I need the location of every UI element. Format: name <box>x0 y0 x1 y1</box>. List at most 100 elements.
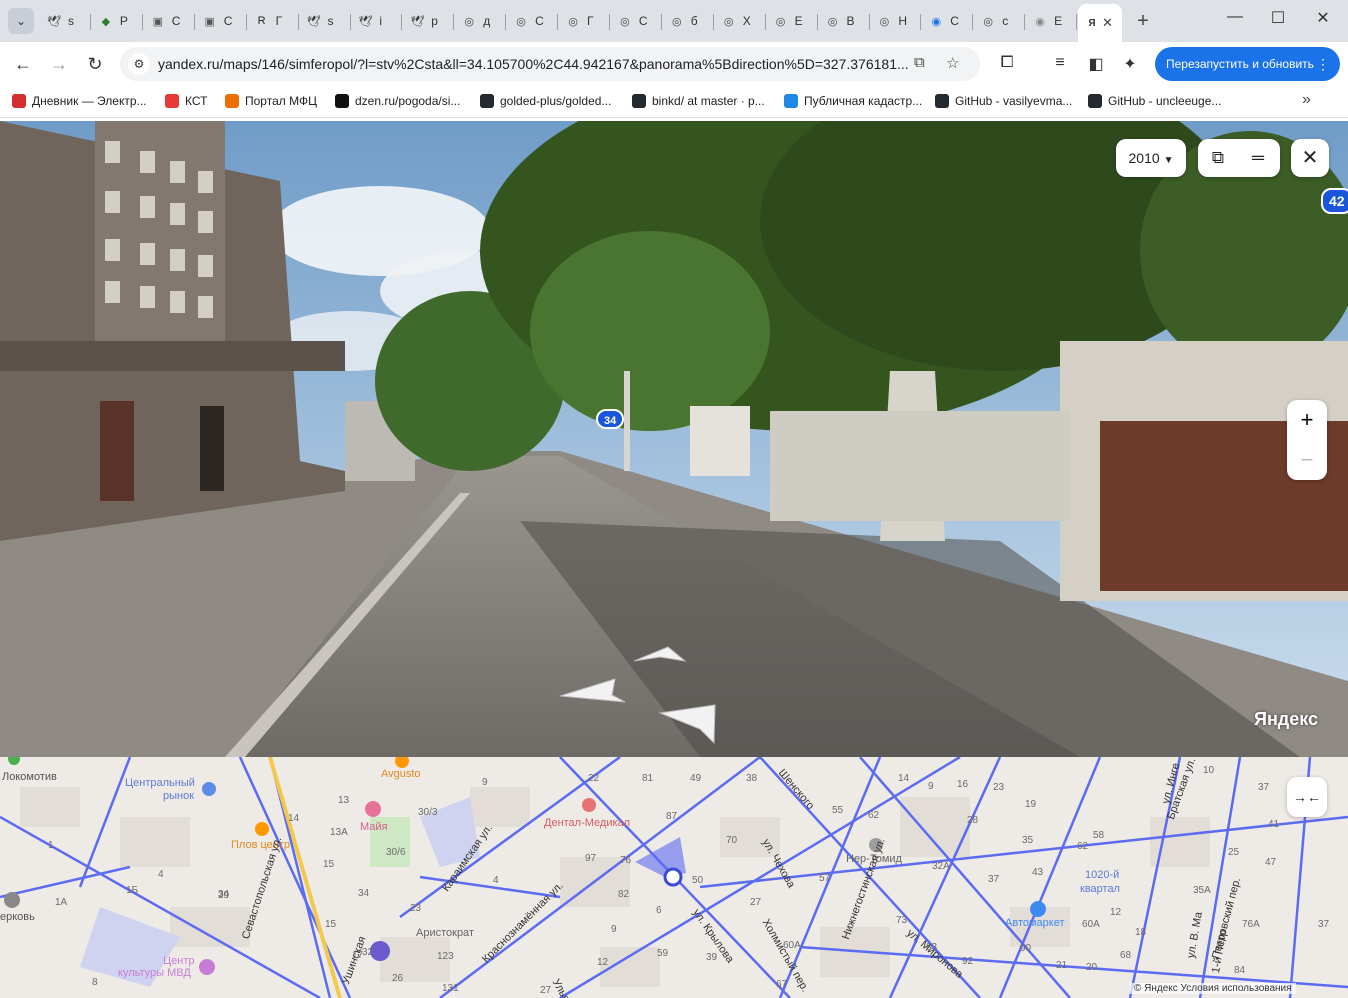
tab-label: s <box>68 14 74 28</box>
zoom-controls: + − <box>1287 400 1327 480</box>
tab[interactable]: ◎ д <box>455 6 507 36</box>
house-number-badge[interactable]: 34 <box>596 409 625 429</box>
map-label[interactable]: Центр <box>163 955 195 967</box>
tab-separator <box>141 14 143 30</box>
tab[interactable]: ◎ с <box>974 6 1026 36</box>
maximize-button[interactable]: ☐ <box>1263 8 1293 28</box>
close-panorama-button[interactable]: ✕ <box>1291 139 1329 177</box>
bookmark-star-icon[interactable]: ☆ <box>946 54 959 72</box>
tab[interactable]: ◎ С <box>507 6 559 36</box>
bookmark-item[interactable]: GitHub - vasilyevma... <box>935 94 1072 108</box>
bookmark-item[interactable]: Публичная кадастр... <box>784 94 922 108</box>
new-tab-button[interactable]: + <box>1132 10 1154 33</box>
tab[interactable]: ◆ P <box>92 6 143 36</box>
map-label[interactable]: Майя <box>360 821 388 833</box>
tab[interactable]: 🕊 p <box>403 6 455 36</box>
map-label[interactable]: Avgusto <box>381 768 421 780</box>
panorama-image[interactable] <box>0 121 1348 757</box>
map-label[interactable]: Дентал-Медикал <box>544 817 630 829</box>
reload-button[interactable]: ↻ <box>82 51 108 77</box>
bookmark-item[interactable]: Портал МФЦ <box>225 94 317 108</box>
bookmark-item[interactable]: Дневник — Электр... <box>12 94 147 108</box>
house-number-label: 22 <box>588 773 600 784</box>
tab-separator <box>972 14 974 30</box>
menu-dots-icon[interactable]: ⋮ <box>1316 47 1330 81</box>
tab-separator <box>245 14 247 30</box>
tab-label: Е <box>794 14 803 28</box>
tab[interactable]: 🕊 s <box>300 6 351 36</box>
more-bookmarks-icon[interactable]: » <box>1302 91 1311 109</box>
house-number-label: 1А <box>55 897 68 908</box>
map-label[interactable]: ерковь <box>0 911 35 923</box>
bookmark-item[interactable]: binkd/ at master · p... <box>632 94 765 108</box>
side-panel-icon[interactable]: ◧ <box>1084 54 1108 74</box>
map-label[interactable]: Центральный <box>125 777 195 789</box>
open-external-icon[interactable]: ⧉ <box>1198 139 1238 177</box>
map-label[interactable]: рынок <box>163 790 194 802</box>
tab[interactable]: ◎ С <box>611 6 662 36</box>
tab[interactable]: ▣ C <box>144 6 195 36</box>
tab[interactable]: ◉ С <box>922 6 974 36</box>
map-label[interactable]: 1020-й <box>1085 869 1119 881</box>
zoom-in-button[interactable]: + <box>1287 400 1327 440</box>
bird-icon: 🕊 <box>47 15 61 28</box>
map-label[interactable]: культуры МВД <box>118 967 191 979</box>
tab[interactable]: ◎ б <box>663 6 714 36</box>
tab[interactable]: ◎ В <box>819 6 870 36</box>
yandex-icon: Я <box>1084 15 1100 31</box>
tab[interactable]: ◎ Х <box>715 6 766 36</box>
collapse-map-button[interactable]: →← <box>1287 777 1327 817</box>
close-window-button[interactable]: ✕ <box>1308 8 1338 28</box>
tab[interactable]: ◉ Е <box>1026 6 1078 36</box>
tab[interactable]: ▣ C <box>196 6 247 36</box>
tab[interactable]: ◎ Г <box>559 6 610 36</box>
extensions-icon[interactable]: ⧠ <box>995 54 1019 72</box>
street-panorama[interactable]: 34 42 2010 ▼ ⧉ ═ ✕ + − Яндекс <box>0 121 1348 757</box>
house-number-badge[interactable]: 42 <box>1321 188 1348 214</box>
tab-active[interactable]: Я ✕ <box>1078 4 1122 42</box>
tab-search-button[interactable]: ⌄ <box>8 8 34 34</box>
back-button[interactable]: ← <box>10 51 36 77</box>
tab[interactable]: 🕊 i <box>351 6 403 36</box>
tab[interactable]: ◎ Н <box>870 6 922 36</box>
relaunch-button[interactable]: Перезапустить и обновить ⋮ <box>1155 47 1340 81</box>
map-label[interactable]: Локомотив <box>2 771 57 783</box>
house-number-label: 26 <box>392 973 404 984</box>
map-label[interactable]: квартал <box>1080 883 1120 895</box>
bookmark-label: Публичная кадастр... <box>804 94 923 108</box>
minimize-button[interactable]: — <box>1220 8 1250 26</box>
picture-icon: ▣ <box>152 15 163 28</box>
install-app-icon[interactable]: ⧉ <box>914 54 925 71</box>
bookmark-item[interactable]: GitHub - uncleeuge... <box>1088 94 1221 108</box>
bookmark-item[interactable]: golded-plus/golded... <box>480 94 611 108</box>
tab-separator <box>764 14 766 30</box>
house-number-label: 12 <box>1110 907 1122 918</box>
map-label[interactable]: Автомаркет <box>1005 917 1065 929</box>
close-tab-icon[interactable]: ✕ <box>1102 15 1113 31</box>
reading-list-icon[interactable]: ≡ <box>1048 54 1072 72</box>
bookmark-item[interactable]: КСТ <box>165 94 207 108</box>
profile-icon[interactable]: ✦ <box>1118 54 1142 74</box>
tab[interactable]: ◎ Е <box>767 6 818 36</box>
split-view-icon[interactable]: ═ <box>1238 139 1278 177</box>
url-text[interactable]: yandex.ru/maps/146/simferopol/?l=stv%2Cs… <box>158 56 909 72</box>
house-number-label: 27 <box>540 985 552 996</box>
forward-button[interactable]: → <box>46 51 72 77</box>
tab-label: i <box>379 14 383 28</box>
house-number-label: 123 <box>437 951 454 962</box>
r-icon: R <box>257 15 266 27</box>
mini-map[interactable]: Локомотив Центральный рынок Avgusto Майя Плов… <box>0 757 1348 998</box>
tab[interactable]: RГ <box>248 6 299 36</box>
bookmark-favicon-icon <box>784 94 798 108</box>
map-roads[interactable] <box>0 757 1348 998</box>
tab-label: С <box>638 14 648 28</box>
year-selector[interactable]: 2010 ▼ <box>1116 139 1186 177</box>
map-label[interactable]: Аристократ <box>416 927 474 939</box>
house-number-label: 60А <box>1082 919 1100 930</box>
bookmark-item[interactable]: dzen.ru/pogoda/si... <box>335 94 460 108</box>
zoom-out-button[interactable]: − <box>1287 440 1327 480</box>
tab[interactable]: 🕊 s <box>40 6 91 36</box>
house-number-label: 1Б <box>126 885 139 896</box>
site-info-icon[interactable]: ⚙ <box>128 53 150 75</box>
address-bar[interactable]: ⚙ yandex.ru/maps/146/simferopol/?l=stv%2… <box>120 47 980 81</box>
